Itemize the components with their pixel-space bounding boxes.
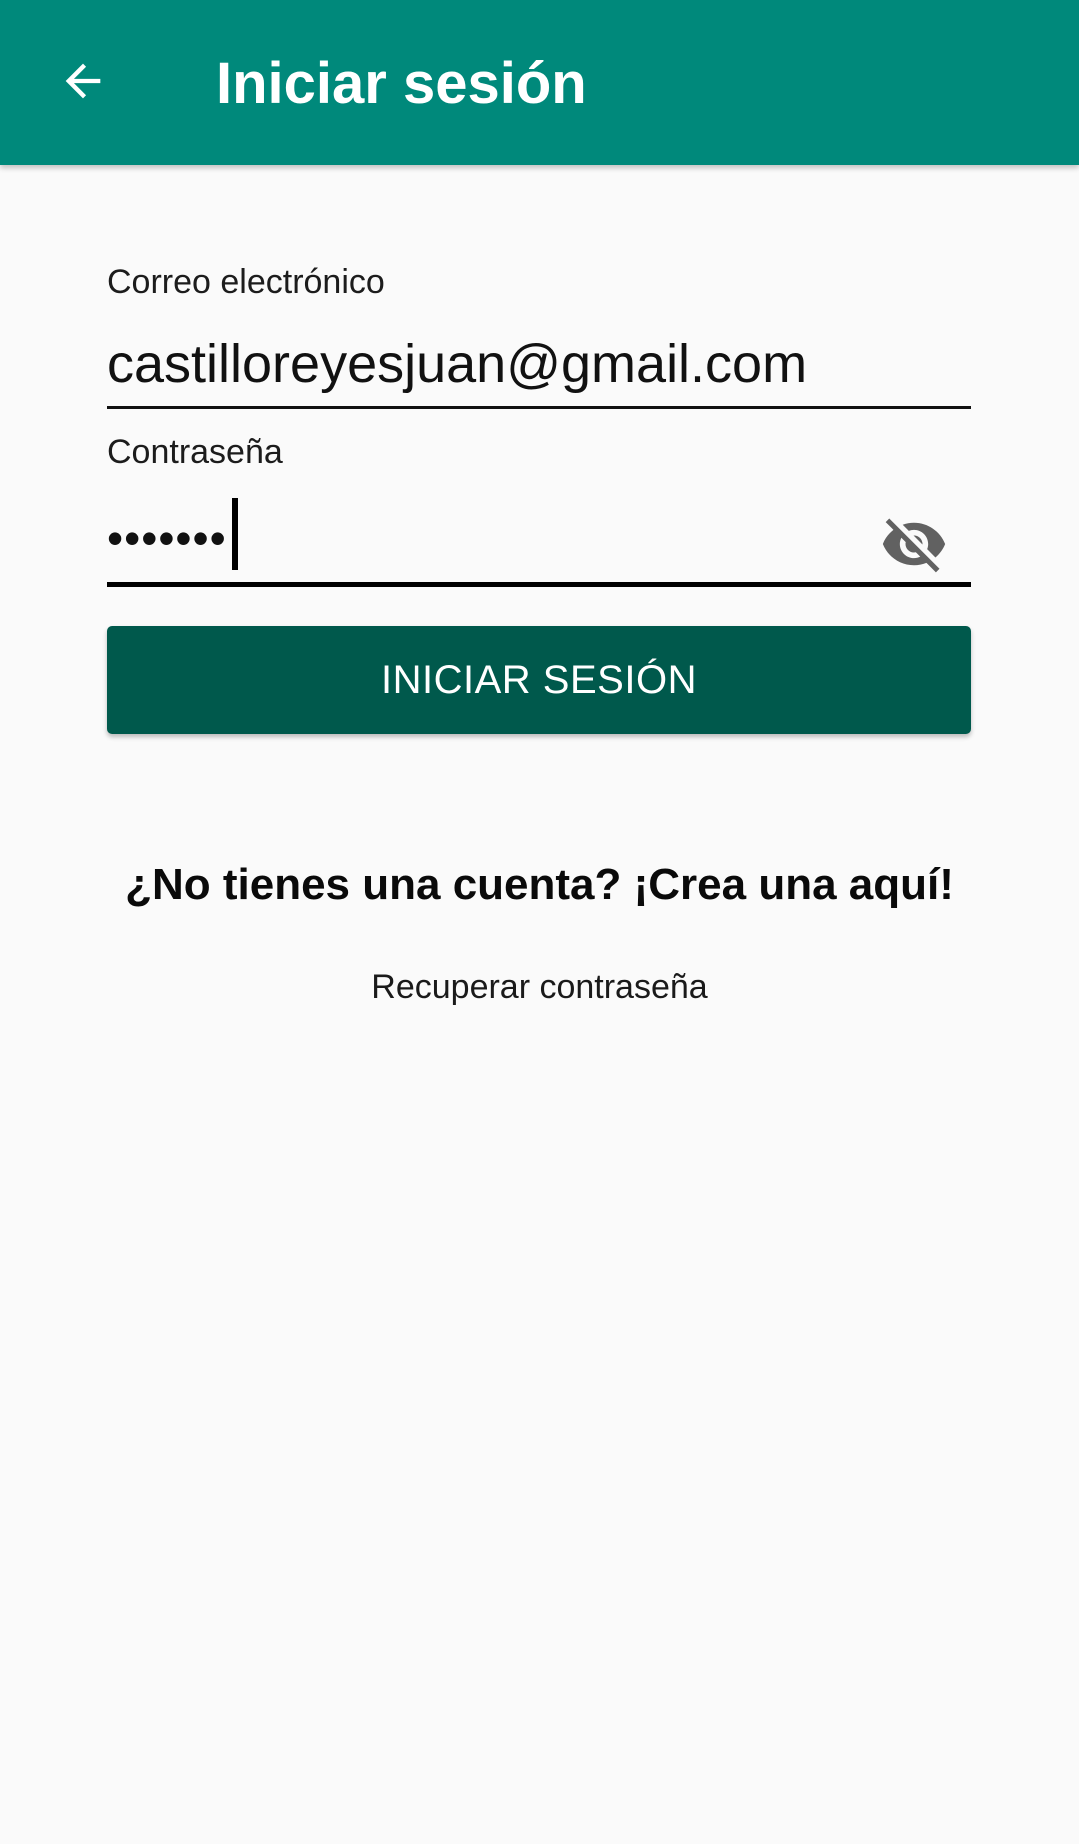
- email-field[interactable]: castilloreyesjuan@gmail.com: [107, 324, 971, 409]
- password-value: •••••••: [107, 512, 227, 564]
- email-value: castilloreyesjuan@gmail.com: [107, 334, 808, 394]
- login-button[interactable]: INICIAR SESIÓN: [107, 626, 971, 734]
- email-label: Correo electrónico: [107, 263, 385, 301]
- password-visibility-toggle[interactable]: [879, 514, 949, 574]
- login-screen: Iniciar sesión Correo electrónico castil…: [0, 0, 1079, 1844]
- password-field[interactable]: •••••••: [107, 492, 971, 587]
- password-label: Contraseña: [107, 433, 283, 471]
- text-cursor: [232, 498, 238, 570]
- recover-password-link[interactable]: Recuperar contraseña: [0, 966, 1079, 1008]
- create-account-link[interactable]: ¿No tienes una cuenta? ¡Crea una aquí!: [0, 858, 1079, 912]
- visibility-off-icon: [882, 518, 946, 573]
- page-title: Iniciar sesión: [216, 51, 587, 116]
- arrow-back-icon: [65, 63, 101, 99]
- back-button[interactable]: [46, 44, 120, 118]
- app-toolbar: Iniciar sesión: [0, 0, 1079, 165]
